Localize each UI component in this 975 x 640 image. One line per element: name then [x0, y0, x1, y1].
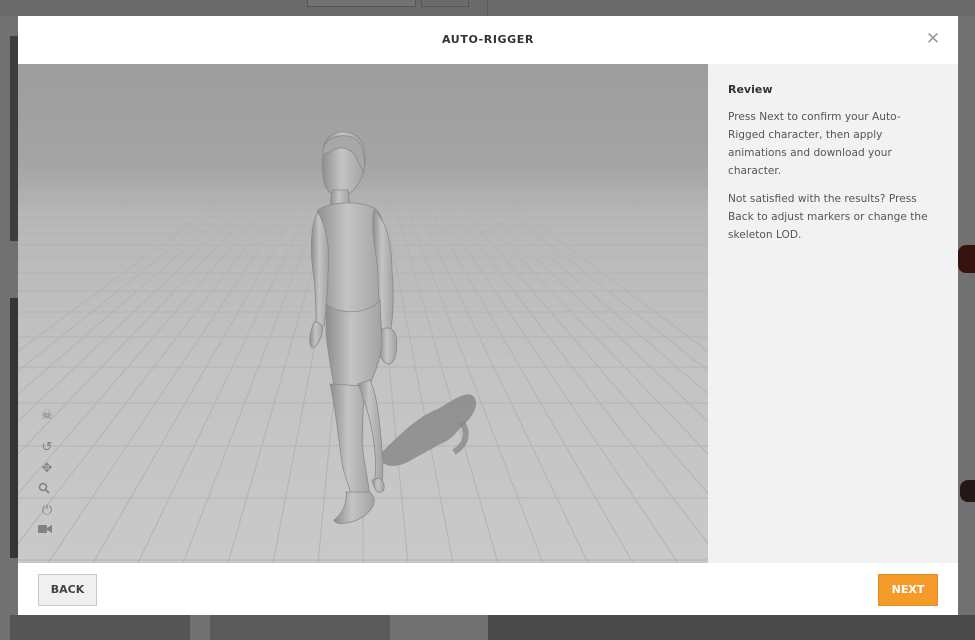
3d-viewport[interactable]: ☠ ↺ ✥ ⏻	[18, 64, 708, 563]
pan-icon[interactable]: ✥	[38, 461, 56, 477]
camera-icon-glyph	[38, 525, 52, 533]
viewport-scene	[18, 131, 708, 563]
rotate-icon[interactable]: ↺	[38, 440, 56, 456]
auto-rigger-dialog: AUTO-RIGGER ✕ ☠ ↺ ✥ ⏻ Review Press Next …	[18, 16, 958, 615]
dialog-footer: BACK NEXT	[18, 563, 958, 615]
camera-icon[interactable]	[38, 524, 56, 540]
back-button[interactable]: BACK	[38, 574, 97, 606]
panel-heading: Review	[728, 83, 773, 96]
panel-instructions: Press Next to confirm your Auto-Rigged c…	[728, 111, 901, 177]
close-icon[interactable]: ✕	[924, 30, 942, 48]
dialog-header: AUTO-RIGGER ✕	[18, 16, 958, 64]
skeleton-icon[interactable]: ☠	[38, 408, 56, 424]
dialog-title: AUTO-RIGGER	[442, 33, 534, 46]
power-icon[interactable]: ⏻	[38, 503, 56, 519]
next-button[interactable]: NEXT	[878, 574, 938, 606]
zoom-icon[interactable]	[38, 482, 56, 498]
zoom-icon-glyph	[38, 482, 50, 494]
panel-help-text: Not satisfied with the results? Press Ba…	[728, 193, 928, 241]
review-panel: Review Press Next to confirm your Auto-R…	[708, 64, 958, 563]
